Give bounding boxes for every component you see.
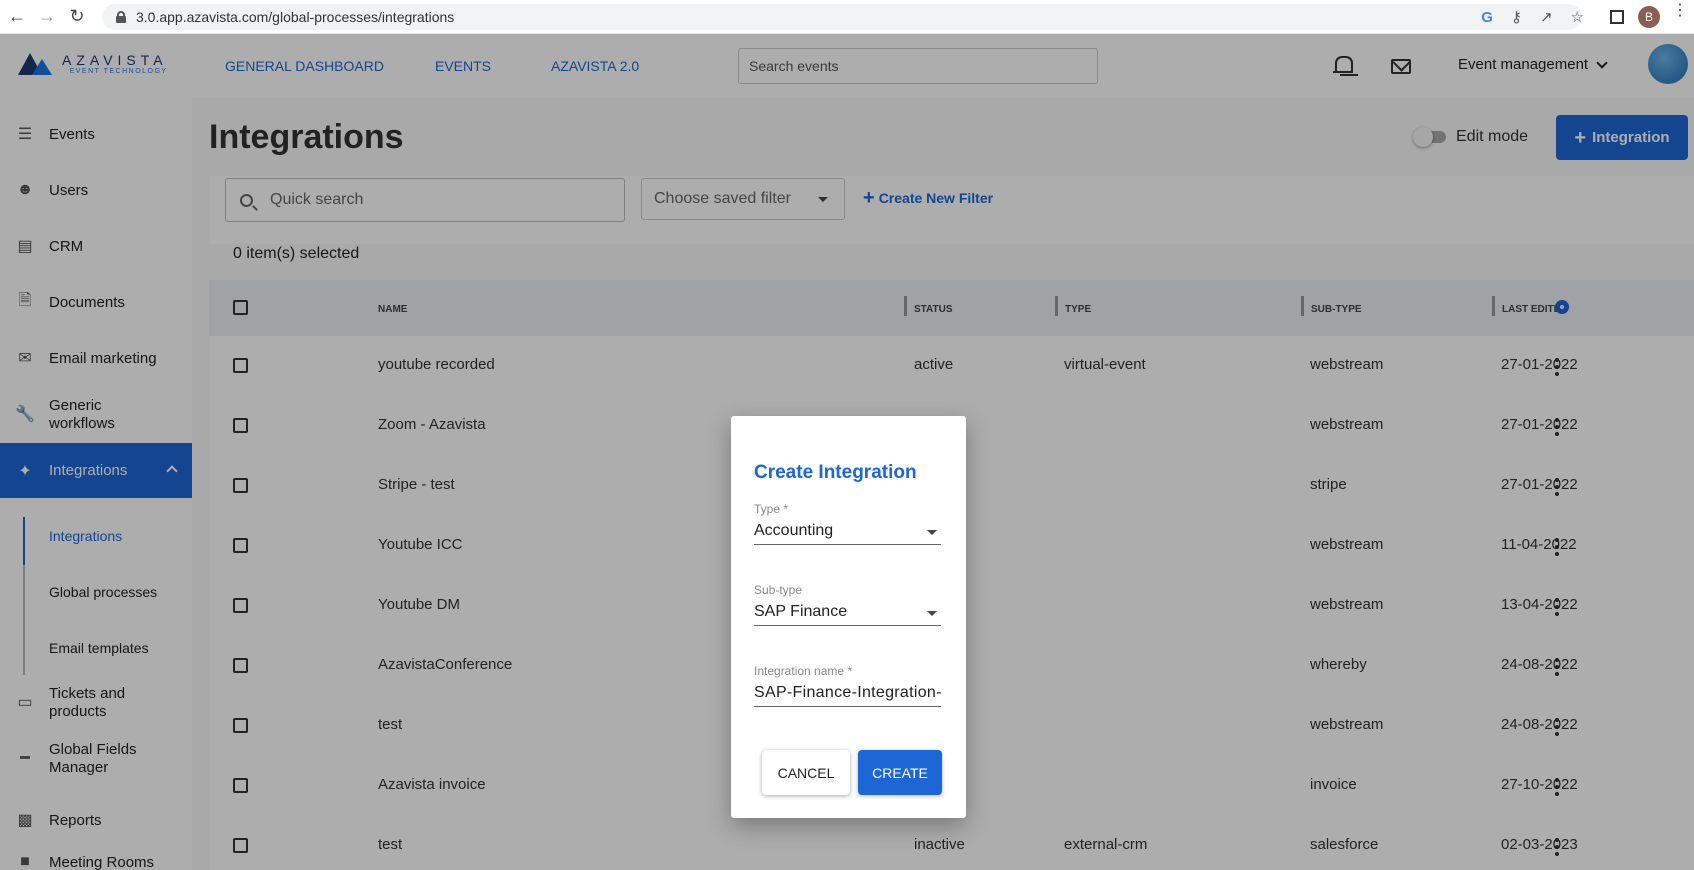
url-text: 3.0.app.azavista.com/global-processes/in…	[136, 9, 455, 25]
caret-down-icon	[927, 530, 937, 535]
lock-icon	[116, 11, 126, 23]
create-integration-dialog: Create Integration Type * Accounting Sub…	[731, 416, 966, 818]
share-icon[interactable]: ↗	[1540, 8, 1553, 26]
reload-icon[interactable]: ↻	[64, 4, 90, 30]
key-icon[interactable]: ⚷	[1511, 8, 1522, 26]
integration-name-input[interactable]: SAP-Finance-Integration-	[754, 684, 941, 707]
browser-toolbar: ← → ↻ 3.0.app.azavista.com/global-proces…	[0, 0, 1694, 34]
type-value-field[interactable]: Accounting	[754, 522, 941, 545]
profile-avatar[interactable]: B	[1638, 6, 1660, 28]
forward-icon[interactable]: →	[34, 4, 60, 30]
back-icon[interactable]: ←	[4, 4, 30, 30]
type-select[interactable]: Type * Accounting	[754, 502, 941, 545]
type-value: Accounting	[754, 522, 834, 539]
type-label: Type *	[754, 502, 789, 516]
subtype-label: Sub-type	[754, 583, 803, 597]
create-button[interactable]: CREATE	[858, 750, 942, 795]
integration-name-label: Integration name *	[754, 664, 853, 678]
integration-name-field[interactable]: Integration name * SAP-Finance-Integrati…	[754, 664, 941, 707]
google-icon[interactable]: G	[1481, 9, 1493, 26]
address-bar[interactable]: 3.0.app.azavista.com/global-processes/in…	[102, 4, 1582, 30]
dialog-title: Create Integration	[754, 462, 917, 483]
subtype-value: SAP Finance	[754, 603, 848, 620]
cancel-button[interactable]: CANCEL	[762, 750, 850, 795]
subtype-select[interactable]: Sub-type SAP Finance	[754, 583, 941, 626]
browser-menu-icon[interactable]: ⋮	[1672, 3, 1688, 19]
star-icon[interactable]: ☆	[1571, 8, 1584, 26]
side-panel-icon[interactable]	[1610, 10, 1624, 24]
subtype-value-field[interactable]: SAP Finance	[754, 603, 941, 626]
caret-down-icon	[927, 611, 937, 616]
address-bar-actions: G ⚷ ↗ ☆	[1481, 0, 1584, 34]
